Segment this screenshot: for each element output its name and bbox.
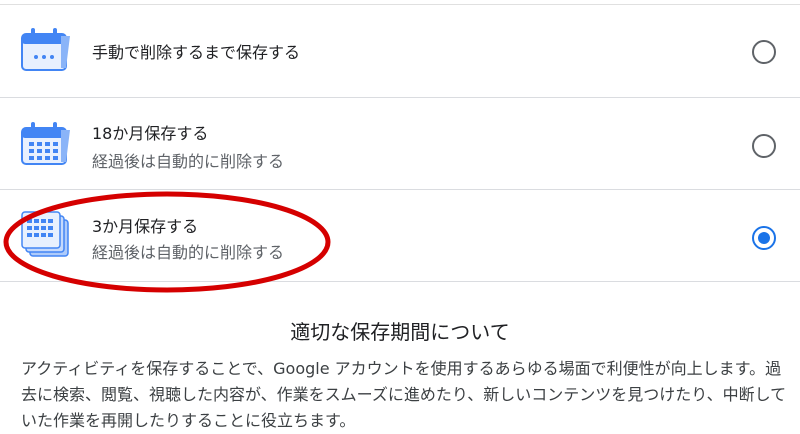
radio-dot (758, 232, 770, 244)
option-keep-until-delete[interactable]: 手動で削除するまで保存する (0, 6, 800, 98)
option-title: 18か月保存する (92, 124, 209, 143)
radio-18-months[interactable] (752, 134, 776, 158)
calendar-grid-icon (20, 120, 72, 168)
info-body: アクティビティを保存することで、Google アカウントを使用するあらゆる場面で… (21, 359, 787, 430)
radio-3-months[interactable] (752, 226, 776, 250)
option-3-months[interactable]: 3か月保存する 経過後は自動的に削除する (0, 190, 800, 282)
option-title: 3か月保存する (92, 217, 199, 236)
option-subtitle: 経過後は自動的に削除する (92, 243, 285, 262)
calendar-dots-icon (20, 26, 72, 74)
option-title: 手動で削除するまで保存する (92, 43, 301, 62)
radio-keep-until-delete[interactable] (752, 40, 776, 64)
calendar-stack-icon (20, 208, 72, 257)
top-divider (0, 0, 800, 5)
option-subtitle: 経過後は自動的に削除する (92, 152, 285, 171)
info-title: 適切な保存期間について (290, 320, 510, 344)
option-18-months[interactable]: 18か月保存する 経過後は自動的に削除する (0, 98, 800, 190)
